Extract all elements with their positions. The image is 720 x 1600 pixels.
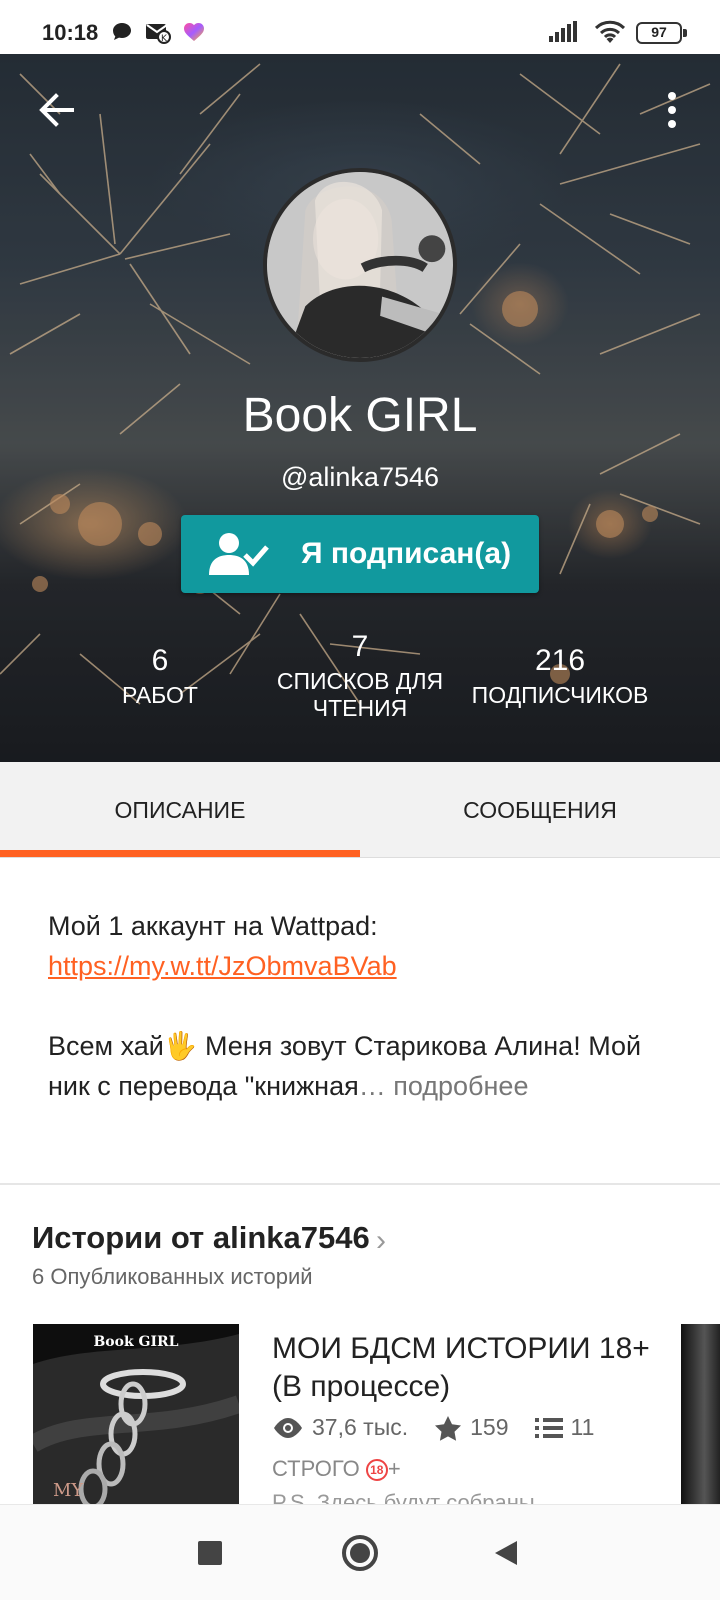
- story-rating: СТРОГО 18 +: [272, 1456, 401, 1482]
- battery-icon: 97: [636, 22, 687, 44]
- stories-section-title[interactable]: Истории от alinka7546: [32, 1220, 370, 1256]
- following-button[interactable]: Я подписан(а): [181, 515, 539, 593]
- more-vertical-icon: [668, 92, 676, 128]
- story-cover[interactable]: Book GIRL MY: [33, 1324, 239, 1504]
- description-text-block: Всем хай🖐 Меня зовут Старикова Алина! Мо…: [48, 1026, 688, 1106]
- tab-description[interactable]: ОПИСАНИЕ: [0, 762, 360, 858]
- star-icon: [435, 1415, 462, 1441]
- display-name: Book GIRL: [242, 389, 478, 442]
- cover-subtext: MY: [53, 1480, 84, 1501]
- cover-title: Book GIRL: [93, 1334, 179, 1350]
- description-line1: Мой 1 аккаунт на Wattpad:: [48, 911, 378, 941]
- square-icon: [198, 1541, 222, 1565]
- eye-icon: [274, 1417, 302, 1438]
- story-views: 37,6 тыс.: [312, 1414, 409, 1440]
- stat-followers[interactable]: 216 ПОДПИСЧИКОВ: [462, 644, 658, 709]
- rating-label: СТРОГО: [272, 1456, 366, 1481]
- chat-bubble-icon: [113, 23, 131, 40]
- stories-section-subtitle: 6 Опубликованных историй: [32, 1264, 313, 1289]
- story-votes: 159: [470, 1414, 509, 1440]
- tab-messages[interactable]: СООБЩЕНИЯ: [360, 762, 720, 858]
- status-time: 10:18: [42, 20, 99, 45]
- username: @alinka7546: [280, 462, 440, 492]
- circle-home-icon: [342, 1535, 378, 1571]
- stat-works[interactable]: 6 РАБОТ: [90, 644, 230, 709]
- following-button-label: Я подписан(а): [301, 537, 512, 570]
- description-text: Всем хай🖐 Меня зовут Старикова Алина! Мо…: [48, 1031, 642, 1101]
- stat-followers-value: 216: [534, 644, 586, 677]
- recents-button[interactable]: [162, 1505, 258, 1600]
- arrow-back-icon: [39, 93, 74, 127]
- profile-description: Мой 1 аккаунт на Wattpad: https://my.w.t…: [48, 906, 688, 1106]
- back-nav-button[interactable]: [458, 1505, 554, 1600]
- story-preview: P.S. Здесь будут собраны: [272, 1490, 535, 1504]
- signal-icon: [549, 21, 577, 42]
- back-button[interactable]: [30, 84, 82, 136]
- stat-works-value: 6: [151, 644, 169, 677]
- list-icon: [534, 1417, 563, 1438]
- profile-header: Book GIRL @alinka7546 Я подписан(а) 6 РА…: [0, 54, 720, 762]
- rating-suffix: +: [387, 1456, 401, 1481]
- chevron-right-icon[interactable]: ›: [376, 1224, 386, 1258]
- cover-chain-image: [33, 1324, 239, 1504]
- system-nav-bar: [0, 1504, 720, 1600]
- stat-reading-lists[interactable]: 7 СПИСКОВ ДЛЯ ЧТЕНИЯ: [272, 630, 448, 722]
- avatar-photo: [267, 172, 453, 358]
- next-story-cover[interactable]: [681, 1324, 720, 1504]
- stat-reading-lists-value: 7: [351, 630, 369, 663]
- wattpad-link[interactable]: https://my.w.tt/JzObmvaBVab: [48, 951, 397, 981]
- stat-reading-lists-label: СПИСКОВ ДЛЯ ЧТЕНИЯ: [276, 668, 444, 721]
- wifi-icon: [594, 20, 626, 43]
- mail-badge-icon: K: [146, 24, 171, 44]
- profile-tabs: ОПИСАНИЕ СООБЩЕНИЯ: [0, 762, 720, 858]
- story-title[interactable]: МОИ БДСМ ИСТОРИИ 18+ (В процессе): [272, 1330, 652, 1406]
- stat-works-label: РАБОТ: [122, 682, 198, 708]
- story-parts: 11: [570, 1414, 595, 1440]
- overflow-menu-button[interactable]: [648, 84, 696, 136]
- read-more-link[interactable]: подробнее: [386, 1071, 528, 1101]
- active-tab-indicator: [0, 850, 360, 857]
- story-stats: 37,6 тыс. 159 11: [272, 1414, 620, 1441]
- description-ellipsis: …: [358, 1071, 386, 1101]
- heart-app-icon: [184, 23, 204, 41]
- triangle-back-icon: [495, 1541, 517, 1565]
- avatar[interactable]: [263, 168, 457, 362]
- age-18-badge-icon: 18: [365, 1459, 388, 1482]
- status-bar: 10:18 K 97: [0, 0, 720, 54]
- section-divider: [0, 1183, 720, 1185]
- stat-followers-label: ПОДПИСЧИКОВ: [471, 682, 649, 708]
- user-check-icon: [209, 533, 269, 575]
- home-button[interactable]: [312, 1505, 408, 1600]
